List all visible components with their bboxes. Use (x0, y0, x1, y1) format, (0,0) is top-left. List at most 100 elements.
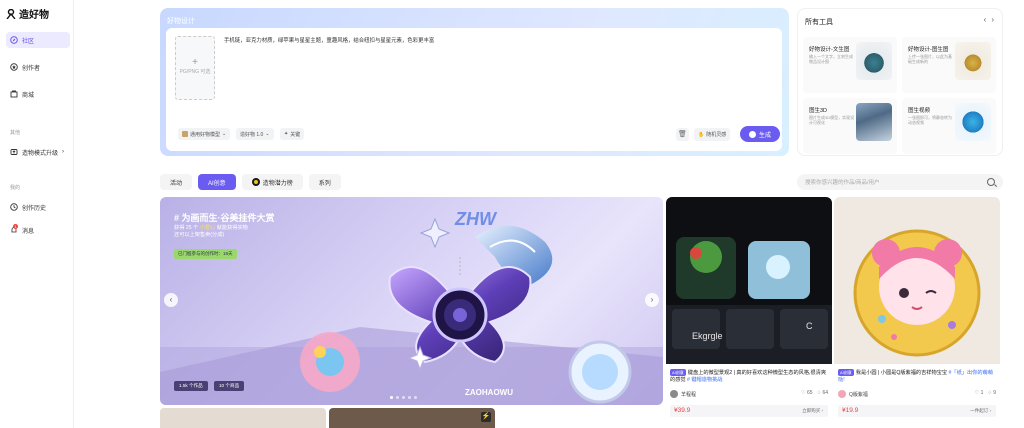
carousel-dots (390, 396, 417, 399)
fav-count: 64 (822, 390, 828, 396)
model-label: 通用好物模型 (190, 131, 221, 138)
product-author[interactable]: 羊程程 (670, 390, 696, 398)
fav-button[interactable]: ♢ 9 (987, 390, 996, 396)
product-image: Ekgrgle C (666, 197, 832, 364)
tab-label: 造物潜力榜 (262, 180, 293, 187)
random-inspiration-button[interactable]: ✋ 随机灵感 (694, 128, 731, 141)
sidebar-item-creators[interactable]: 创作者 (6, 59, 70, 75)
trash-icon: 🗑 (678, 131, 687, 138)
product-card-thumbnail[interactable] (160, 408, 326, 428)
carousel-dot[interactable] (408, 396, 411, 399)
tab-activity[interactable]: 活动 (160, 174, 193, 190)
works-count-badge: 1.5k 个作品 (174, 381, 208, 391)
compass-icon (10, 36, 18, 44)
model-select[interactable]: 通用好物模型 ⌄ (178, 128, 231, 140)
sidebar-item-community[interactable]: 社区 (6, 32, 70, 48)
tools-title: 所有工具 (805, 19, 833, 26)
product-author[interactable]: Q版紫福 (838, 390, 868, 398)
banner-sub-highlight: 小爱心 (199, 225, 216, 231)
buy-now-button[interactable]: 一件起订 › (970, 408, 991, 414)
product-title: 我是小圆 | 小圆是Q版紫福的吉祥物宝宝 (855, 370, 949, 376)
ai-tag: AI创意 (838, 369, 854, 376)
product-image (834, 197, 1000, 364)
tool-thumbnail (955, 42, 991, 80)
product-card[interactable]: Ekgrgle C AI创意 键盘上的微型景观2 | 真的好喜欢这种微型生态的风格… (666, 197, 832, 428)
sidebar-item-upgrade[interactable]: 造物模式升级 › (6, 144, 70, 160)
ai-tag: AI创意 (670, 369, 686, 376)
buy-now-button[interactable]: 立即购买 › (802, 408, 823, 414)
tool-thumbnail (955, 103, 991, 141)
sidebar-item-messages[interactable]: 1 消息 (6, 222, 70, 238)
product-description: AI创意 我是小圆 | 小圆是Q版紫福的吉祥物宝宝 #「纸」出你的萌萌哒! (838, 369, 998, 384)
like-button[interactable]: ♡ 65 (801, 390, 812, 396)
fav-count: 9 (993, 390, 996, 396)
sidebar-item-label: 造物模式升级 (22, 150, 59, 157)
generate-label: 生成 (758, 132, 771, 139)
tool-text-to-image[interactable]: 好物设计-文生图 输入一个文字，立刻生成物品设计图 (803, 37, 897, 93)
fx-label: 关键 (290, 131, 301, 138)
sidebar-item-shop[interactable]: 商城 (6, 86, 70, 102)
tool-image-to-video[interactable]: 图生视频 一张图即可，将静态转为动态视频 (902, 98, 996, 154)
challenge-link[interactable]: # 键帽造物挑战 (687, 377, 722, 383)
banner-deadline-pill: 已门槛参与的创作时：18天 (174, 249, 237, 259)
fx-toggle[interactable]: ✦ 关键 (280, 128, 305, 140)
keyboard-artwork: Ekgrgle C (666, 197, 832, 364)
like-count: 1 (980, 390, 984, 396)
carousel-dot[interactable] (396, 396, 399, 399)
search-icon[interactable] (987, 178, 995, 186)
search-input[interactable]: 搜索你感兴趣的作品/商品/用户 (797, 174, 1003, 190)
fav-button[interactable]: ♢ 64 (817, 390, 828, 396)
star-icon (10, 63, 18, 71)
product-price: ¥19.9 (842, 407, 859, 414)
tool-desc: 一张图即可，将静态转为动态视频 (908, 115, 952, 125)
tool-image-to-3d[interactable]: 图生3D 图片生成3D模型，实现设计可视化 (803, 98, 897, 154)
banner-prev-button[interactable]: ‹ (164, 293, 178, 307)
generate-button[interactable]: 生成 (740, 126, 780, 142)
prompt-input[interactable]: 手机链，亚克力材质，绿苹果与星星主题，童趣风格，结合纽扣与星星元素，色彩更丰富 (224, 36, 434, 44)
upload-hint: PG/PNG 可选 (179, 69, 211, 75)
sidebar-item-label: 社区 (22, 38, 35, 45)
badge-artwork (834, 197, 1000, 364)
carousel-dot[interactable] (390, 396, 393, 399)
svg-text:C: C (806, 321, 813, 331)
like-button[interactable]: ♡ 1 (975, 390, 984, 396)
svg-text:Ekgrgle: Ekgrgle (692, 331, 723, 341)
dice-icon: ✋ (698, 131, 705, 138)
category-tabs: 活动 AI创意 造物潜力榜 系列 (160, 174, 341, 190)
app-logo[interactable]: 造好物 (6, 6, 49, 21)
product-card[interactable]: AI创意 我是小圆 | 小圆是Q版紫福的吉祥物宝宝 #「纸」出你的萌萌哒! Q版紫… (834, 197, 1000, 428)
product-price: ¥39.9 (674, 407, 691, 414)
tool-image-to-image[interactable]: 好物设计-图生图 上传一张图片，以此为基础生成新的 (902, 37, 996, 93)
goods-count-badge: 10 个商品 (214, 381, 245, 391)
random-label: 随机灵感 (706, 132, 727, 138)
tool-thumbnail (856, 42, 892, 80)
tool-name: 图生视频 (908, 108, 931, 114)
carousel-dot[interactable] (414, 396, 417, 399)
heart-icon: ♡ (801, 390, 806, 396)
product-description: AI创意 键盘上的微型景观2 | 真的好喜欢这种微型生态的风格,很清爽的感觉 # … (670, 369, 830, 384)
product-card-thumbnail[interactable]: ⚡ (329, 408, 495, 428)
banner-next-button[interactable]: › (645, 293, 659, 307)
tool-desc: 图片生成3D模型，实现设计可视化 (809, 115, 855, 125)
tool-name: 图生3D (809, 108, 828, 114)
tab-ai-creative[interactable]: AI创意 (198, 174, 236, 190)
medal-icon (251, 178, 260, 186)
chevron-down-icon: ⌄ (265, 131, 270, 137)
message-badge: 1 (13, 224, 18, 229)
version-select[interactable]: 造好物 1.0 ⌄ (236, 128, 274, 140)
shop-icon (10, 90, 18, 98)
sidebar-item-history[interactable]: 创作历史 (6, 199, 70, 215)
tools-prev-button[interactable]: ‹ (984, 15, 987, 24)
image-upload[interactable]: + PG/PNG 可选 (175, 36, 215, 100)
featured-banner[interactable]: ZHW ZAOHAOWU # 为画而生·谷美挂件大赏 获得 25 个 小爱心 就… (160, 197, 663, 405)
author-name: 羊程程 (681, 391, 697, 398)
logo-text: 造好物 (19, 10, 49, 21)
carousel-dot[interactable] (402, 396, 405, 399)
tab-potential-ranking[interactable]: 造物潜力榜 (241, 174, 303, 190)
tool-name: 好物设计-文生图 (809, 47, 850, 53)
tab-series[interactable]: 系列 (308, 174, 341, 190)
clear-button[interactable]: 🗑 (676, 128, 689, 141)
search-placeholder: 搜索你感兴趣的作品/商品/用户 (805, 180, 880, 186)
tools-next-button[interactable]: › (991, 15, 994, 24)
thumb-icon: ♢ (816, 390, 822, 396)
